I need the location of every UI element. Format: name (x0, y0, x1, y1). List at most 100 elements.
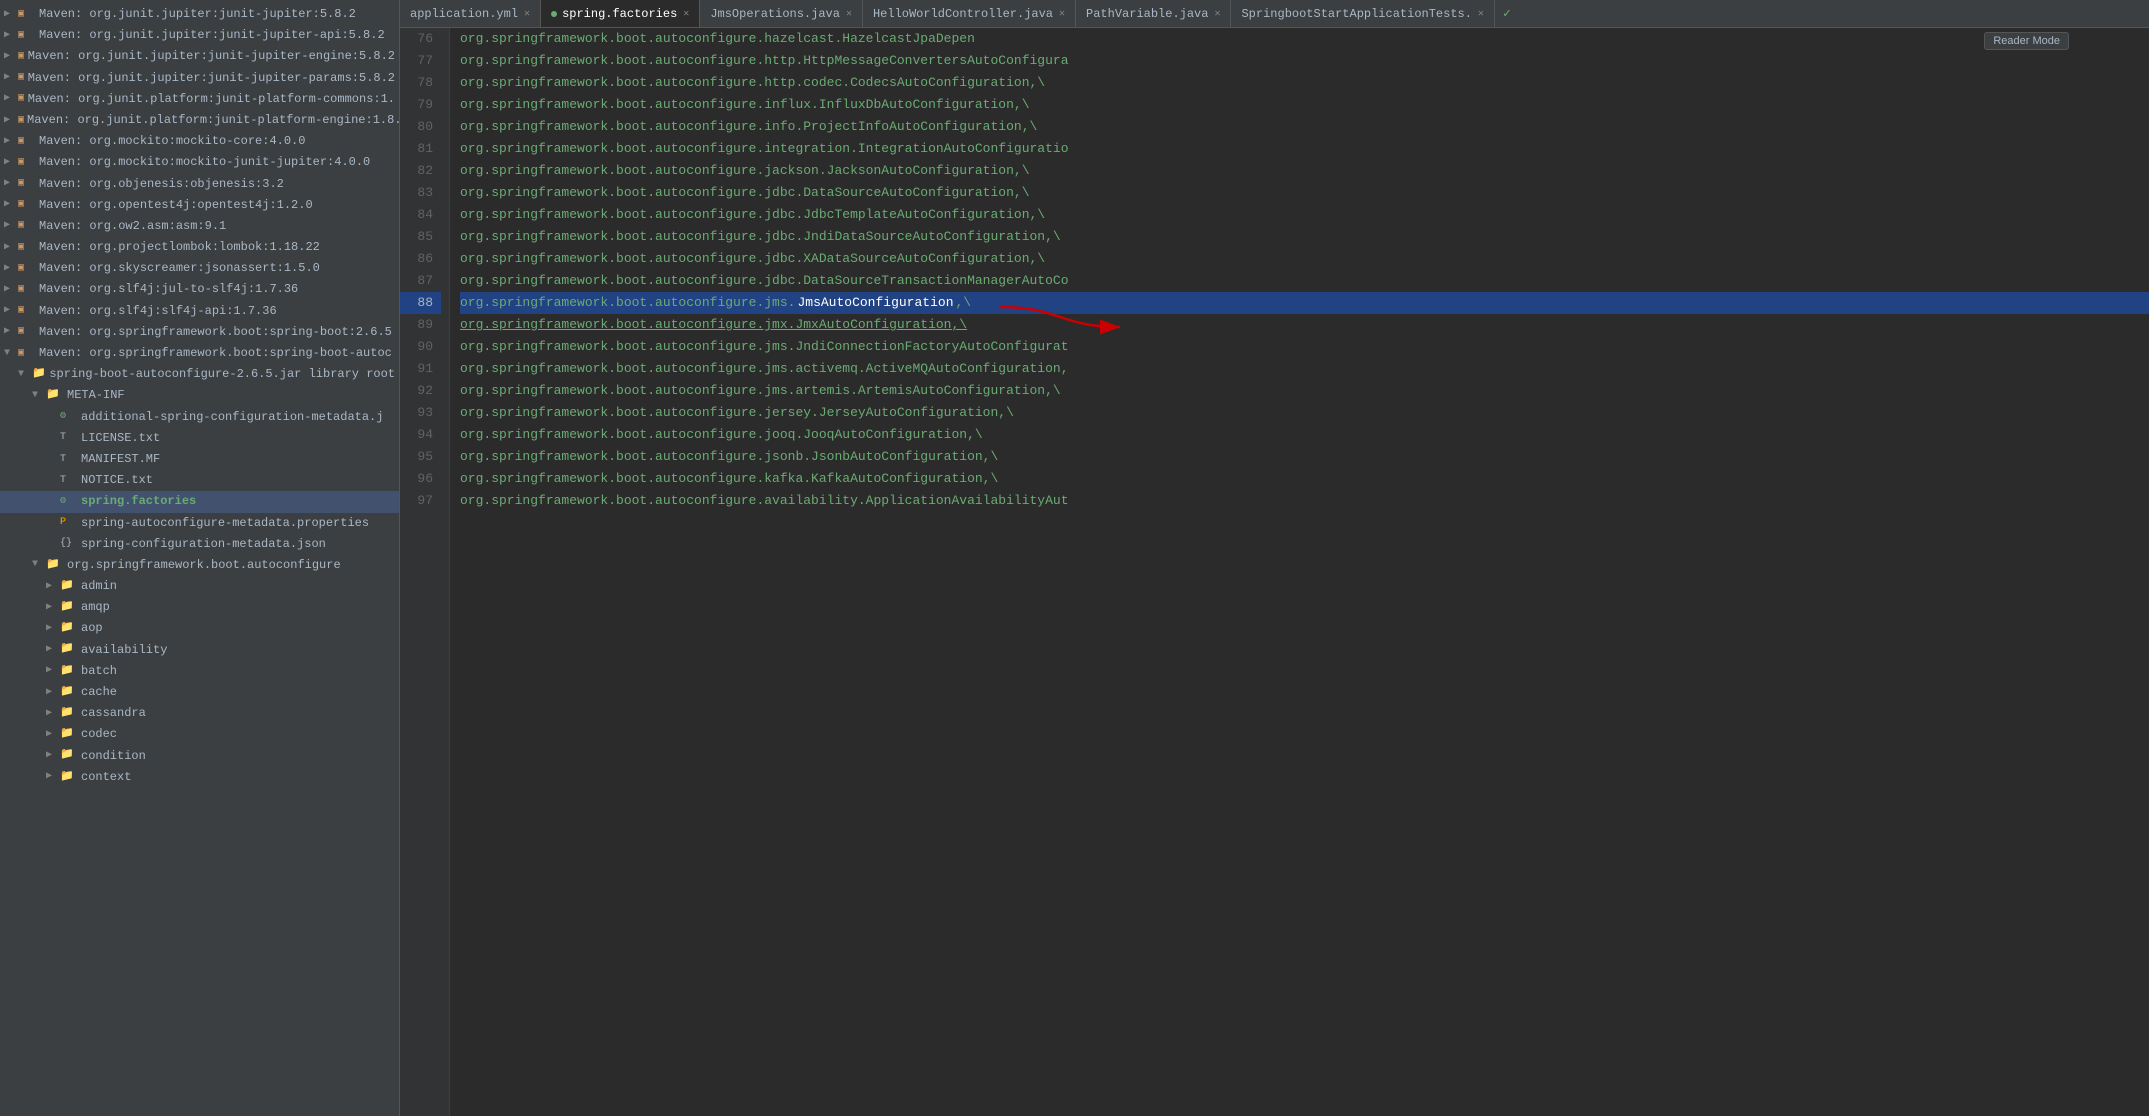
tab-path-variable[interactable]: PathVariable.java ✕ (1076, 0, 1231, 28)
close-icon[interactable]: ✕ (1478, 8, 1484, 20)
tree-item-notice-txt[interactable]: TNOTICE.txt (0, 470, 399, 491)
line-number-76: 76 (400, 28, 441, 50)
tree-item-maven--org-ow2-asm-asm-9-1[interactable]: ▶▣Maven: org.ow2.asm:asm:9.1 (0, 216, 399, 237)
tab-dot (551, 11, 557, 17)
tree-item-org-springframework-boot-autoc[interactable]: ▼📁org.springframework.boot.autoconfigure (0, 555, 399, 576)
tree-arrow: ▼ (32, 557, 46, 573)
code-area[interactable]: org.springframework.boot.autoconfigure.h… (450, 28, 2149, 1116)
tree-item-maven--org-springframework-boo[interactable]: ▶▣Maven: org.springframework.boot:spring… (0, 322, 399, 343)
tree-item-maven--org-springframework-boo[interactable]: ▼▣Maven: org.springframework.boot:spring… (0, 343, 399, 364)
tree-item-spring-boot-autoconfigure-2-6-[interactable]: ▼📁spring-boot-autoconfigure-2.6.5.jar li… (0, 364, 399, 385)
tree-item-maven--org-slf4j-jul-to-slf4j-[interactable]: ▶▣Maven: org.slf4j:jul-to-slf4j:1.7.36 (0, 279, 399, 300)
tree-item-maven--org-mockito-mockito-jun[interactable]: ▶▣Maven: org.mockito:mockito-junit-jupit… (0, 152, 399, 173)
tree-item-license-txt[interactable]: TLICENSE.txt (0, 428, 399, 449)
code-line-89: org.springframework.boot.autoconfigure.j… (460, 314, 2149, 336)
tab-label: spring.factories (562, 7, 677, 21)
tree-arrow: ▶ (46, 642, 60, 658)
close-icon[interactable]: ✕ (683, 8, 689, 20)
tree-item-maven--org-junit-platform-juni[interactable]: ▶▣Maven: org.junit.platform:junit-platfo… (0, 89, 399, 110)
close-icon[interactable]: ✕ (846, 8, 852, 20)
check-icon: ✓ (1495, 6, 1519, 21)
reader-mode-button[interactable]: Reader Mode (1984, 32, 2069, 50)
tree-item-label: org.springframework.boot.autoconfigure (67, 556, 341, 575)
tab-hello-controller[interactable]: HelloWorldController.java✕ (863, 0, 1076, 28)
maven-icon: ▣ (18, 303, 36, 319)
file-spring-icon: ⚙ (60, 409, 78, 425)
tree-item-spring-configuration-metadata-[interactable]: {}spring-configuration-metadata.json (0, 534, 399, 555)
tab-application-yml[interactable]: application.yml✕ (400, 0, 541, 28)
maven-icon: ▣ (18, 155, 36, 171)
tree-item-maven--org-junit-jupiter-junit[interactable]: ▶▣Maven: org.junit.jupiter:junit-jupiter… (0, 25, 399, 46)
tree-item-maven--org-junit-platform-juni[interactable]: ▶▣Maven: org.junit.platform:junit-platfo… (0, 110, 399, 131)
tree-item-availability[interactable]: ▶📁availability (0, 640, 399, 661)
line-number-80: 80 (400, 116, 441, 138)
code-text: org.springframework.boot.autoconfigure.k… (460, 468, 998, 490)
tree-item-manifest-mf[interactable]: TMANIFEST.MF (0, 449, 399, 470)
code-text: org.springframework.boot.autoconfigure.j… (460, 402, 1014, 424)
code-line-79: org.springframework.boot.autoconfigure.i… (460, 94, 2149, 116)
tab-springboot-test[interactable]: SpringbootStartApplicationTests.✕ (1231, 0, 1494, 28)
tree-arrow: ▶ (4, 324, 18, 340)
folder-icon: 📁 (46, 557, 64, 575)
line-number-97: 97 (400, 490, 441, 512)
tab-jms-operations[interactable]: JmsOperations.java✕ (700, 0, 863, 28)
code-line-76: org.springframework.boot.autoconfigure.h… (460, 28, 2149, 50)
file-txt-icon: T (60, 452, 78, 468)
tree-item-cassandra[interactable]: ▶📁cassandra (0, 703, 399, 724)
maven-icon: ▣ (18, 282, 36, 298)
tree-item-label: Maven: org.junit.platform:junit-platform… (27, 111, 399, 130)
folder-icon: 📁 (46, 387, 64, 405)
tree-item-maven--org-projectlombok-lombo[interactable]: ▶▣Maven: org.projectlombok:lombok:1.18.2… (0, 237, 399, 258)
line-number-79: 79 (400, 94, 441, 116)
tree-item-label: codec (81, 725, 117, 744)
tree-arrow: ▶ (4, 261, 18, 277)
tree-item-maven--org-opentest4j-opentest[interactable]: ▶▣Maven: org.opentest4j:opentest4j:1.2.0 (0, 195, 399, 216)
tree-item-maven--org-junit-jupiter-junit[interactable]: ▶▣Maven: org.junit.jupiter:junit-jupiter… (0, 68, 399, 89)
tree-item-meta-inf[interactable]: ▼📁META-INF (0, 385, 399, 406)
tree-item-batch[interactable]: ▶📁batch (0, 661, 399, 682)
tree-item-spring-autoconfigure-metadata-[interactable]: Pspring-autoconfigure-metadata.propertie… (0, 513, 399, 534)
tree-item-condition[interactable]: ▶📁condition (0, 746, 399, 767)
tree-item-additional-spring-configuratio[interactable]: ⚙additional-spring-configuration-metadat… (0, 407, 399, 428)
tree-item-cache[interactable]: ▶📁cache (0, 682, 399, 703)
tree-arrow: ▶ (4, 134, 18, 150)
tree-item-codec[interactable]: ▶📁codec (0, 724, 399, 745)
close-icon[interactable]: ✕ (1059, 8, 1065, 20)
tree-item-label: Maven: org.mockito:mockito-core:4.0.0 (39, 132, 305, 151)
line-number-86: 86 (400, 248, 441, 270)
tree-item-label: aop (81, 619, 103, 638)
tree-item-label: Maven: org.slf4j:slf4j-api:1.7.36 (39, 302, 277, 321)
tree-item-maven--org-slf4j-slf4j-api-1-7[interactable]: ▶▣Maven: org.slf4j:slf4j-api:1.7.36 (0, 301, 399, 322)
line-number-92: 92 (400, 380, 441, 402)
tree-item-amqp[interactable]: ▶📁amqp (0, 597, 399, 618)
tree-item-maven--org-junit-jupiter-junit[interactable]: ▶▣Maven: org.junit.jupiter:junit-jupiter… (0, 46, 399, 67)
tree-item-spring-factories[interactable]: ⚙spring.factories (0, 491, 399, 512)
maven-icon: ▣ (18, 324, 36, 340)
maven-icon: ▣ (18, 91, 25, 107)
line-number-90: 90 (400, 336, 441, 358)
maven-icon: ▣ (18, 70, 25, 86)
tab-label: PathVariable.java (1086, 7, 1208, 21)
close-icon[interactable]: ✕ (524, 8, 530, 20)
tree-item-maven--org-mockito-mockito-cor[interactable]: ▶▣Maven: org.mockito:mockito-core:4.0.0 (0, 131, 399, 152)
tree-item-aop[interactable]: ▶📁aop (0, 618, 399, 639)
close-icon[interactable]: ✕ (1214, 8, 1220, 20)
tree-item-label: Maven: org.projectlombok:lombok:1.18.22 (39, 238, 320, 257)
tree-item-maven--org-skyscreamer-jsonass[interactable]: ▶▣Maven: org.skyscreamer:jsonassert:1.5.… (0, 258, 399, 279)
maven-icon: ▣ (18, 113, 24, 129)
tree-arrow: ▼ (4, 346, 18, 362)
tree-item-maven--org-junit-jupiter-junit[interactable]: ▶▣Maven: org.junit.jupiter:junit-jupiter… (0, 4, 399, 25)
maven-icon: ▣ (18, 240, 36, 256)
line-number-88: 88 (400, 292, 441, 314)
code-line-90: org.springframework.boot.autoconfigure.j… (460, 336, 2149, 358)
maven-icon: ▣ (18, 28, 36, 44)
code-text-pre: org.springframework.boot.autoconfigure.j… (460, 292, 795, 314)
tree-item-maven--org-objenesis-objenesis[interactable]: ▶▣Maven: org.objenesis:objenesis:3.2 (0, 174, 399, 195)
tab-spring-factories[interactable]: spring.factories ✕ (541, 0, 700, 28)
tree-item-context[interactable]: ▶📁context (0, 767, 399, 788)
tree-item-admin[interactable]: ▶📁admin (0, 576, 399, 597)
code-text: org.springframework.boot.autoconfigure.j… (460, 160, 1030, 182)
project-tree[interactable]: ▶▣Maven: org.junit.jupiter:junit-jupiter… (0, 0, 399, 1116)
maven-icon: ▣ (18, 7, 36, 23)
tree-item-label: MANIFEST.MF (81, 450, 160, 469)
